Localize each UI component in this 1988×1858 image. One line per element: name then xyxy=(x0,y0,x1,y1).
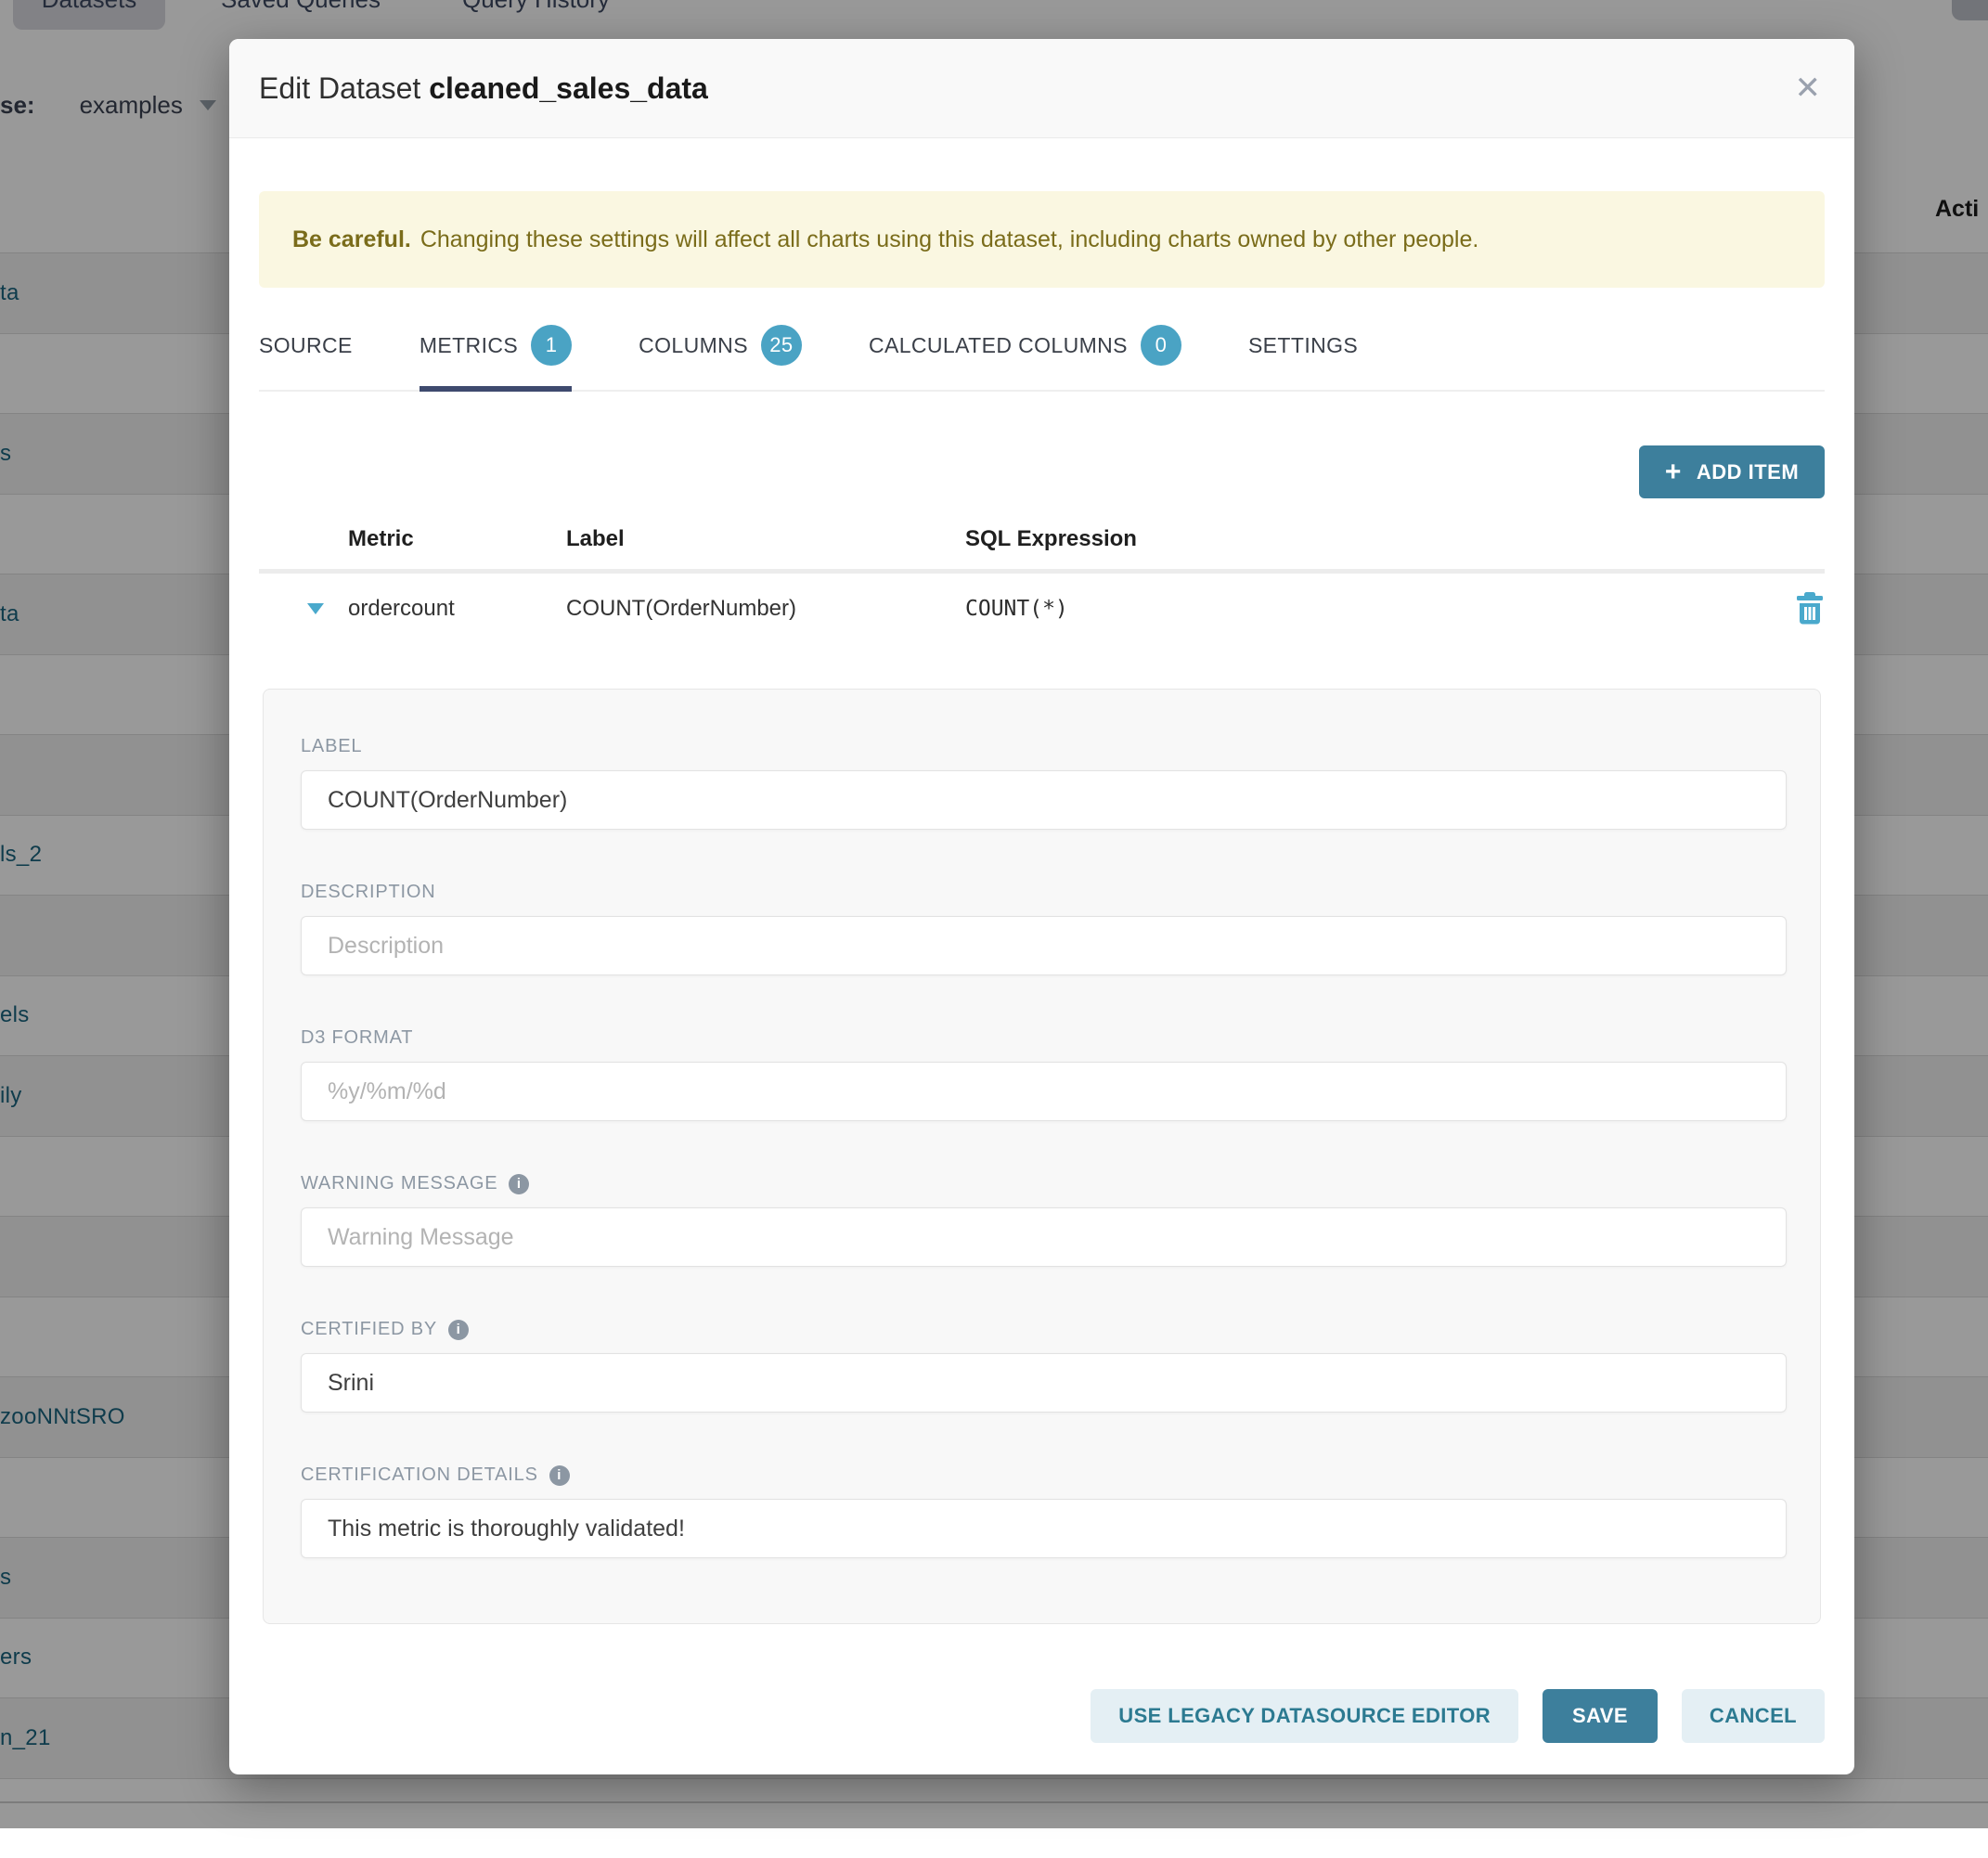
calculated-columns-count-badge: 0 xyxy=(1141,325,1181,366)
d3-format-field-group: D3 FORMAT xyxy=(301,1027,1787,1121)
tab-source[interactable]: SOURCE xyxy=(259,325,353,390)
tab-settings-label: SETTINGS xyxy=(1248,333,1358,358)
warning-message-field-group: WARNING MESSAGE i xyxy=(301,1173,1787,1267)
add-item-label: ADD ITEM xyxy=(1697,460,1799,484)
close-icon[interactable]: ✕ xyxy=(1795,72,1822,104)
d3-format-field-heading: D3 FORMAT xyxy=(301,1027,1787,1049)
certified-by-input[interactable] xyxy=(301,1353,1787,1413)
warning-banner: Be careful. Changing these settings will… xyxy=(259,191,1825,288)
plus-icon: + xyxy=(1665,458,1682,486)
metric-detail-panel: LABEL DESCRIPTION D3 FORMAT xyxy=(263,689,1821,1624)
tab-calculated-columns-label: CALCULATED COLUMNS xyxy=(869,333,1128,358)
tab-columns-label: COLUMNS xyxy=(639,333,748,358)
modal-header: Edit Dataset cleaned_sales_data ✕ xyxy=(229,39,1854,138)
warning-banner-bold: Be careful. xyxy=(292,226,411,253)
tab-calculated-columns[interactable]: CALCULATED COLUMNS 0 xyxy=(869,325,1181,390)
add-item-button[interactable]: + ADD ITEM xyxy=(1639,445,1825,498)
description-field-group: DESCRIPTION xyxy=(301,882,1787,975)
metric-name: ordercount xyxy=(348,596,566,622)
tab-metrics[interactable]: METRICS 1 xyxy=(420,325,572,390)
modal-footer: USE LEGACY DATASOURCE EDITOR SAVE CANCEL xyxy=(1091,1689,1825,1743)
trash-icon xyxy=(1795,591,1825,626)
metric-column-header: Metric xyxy=(348,526,566,552)
label-field-group: LABEL xyxy=(301,736,1787,830)
cancel-button[interactable]: CANCEL xyxy=(1682,1689,1825,1743)
description-field-heading: DESCRIPTION xyxy=(301,882,1787,903)
sql-expression-column-header: SQL Expression xyxy=(965,526,1773,552)
warning-banner-text: Changing these settings will affect all … xyxy=(420,226,1479,253)
d3-format-input[interactable] xyxy=(301,1062,1787,1121)
modal-tabs: SOURCE METRICS 1 COLUMNS 25 CALCULATED C… xyxy=(259,325,1825,392)
modal-title-prefix: Edit Dataset xyxy=(259,71,420,105)
certified-by-field-group: CERTIFIED BY i xyxy=(301,1319,1787,1413)
modal-title: Edit Dataset cleaned_sales_data xyxy=(259,71,708,106)
use-legacy-datasource-editor-button[interactable]: USE LEGACY DATASOURCE EDITOR xyxy=(1091,1689,1518,1743)
page: Datasets Saved Queries Query History se:… xyxy=(0,0,1988,1828)
modal-body: Be careful. Changing these settings will… xyxy=(229,191,1854,1624)
info-icon: i xyxy=(448,1320,469,1340)
tab-settings[interactable]: SETTINGS xyxy=(1248,325,1358,390)
warning-message-field-heading: WARNING MESSAGE i xyxy=(301,1173,1787,1194)
dataset-name: cleaned_sales_data xyxy=(429,71,708,105)
certification-details-input[interactable] xyxy=(301,1499,1787,1558)
tab-metrics-label: METRICS xyxy=(420,333,518,358)
edit-dataset-modal: Edit Dataset cleaned_sales_data ✕ Be car… xyxy=(229,39,1854,1774)
description-input[interactable] xyxy=(301,916,1787,975)
tab-columns[interactable]: COLUMNS 25 xyxy=(639,325,802,390)
add-item-row: + ADD ITEM xyxy=(259,445,1825,498)
label-column-header: Label xyxy=(566,526,965,552)
info-icon: i xyxy=(549,1465,570,1486)
metric-table-header: Metric Label SQL Expression xyxy=(259,526,1825,574)
certification-details-field-heading: CERTIFICATION DETAILS i xyxy=(301,1464,1787,1486)
columns-count-badge: 25 xyxy=(761,325,802,366)
collapse-caret-icon[interactable] xyxy=(307,603,324,614)
metric-label: COUNT(OrderNumber) xyxy=(566,596,965,622)
label-input[interactable] xyxy=(301,770,1787,830)
certified-by-field-heading: CERTIFIED BY i xyxy=(301,1319,1787,1340)
label-field-heading: LABEL xyxy=(301,736,1787,757)
save-button[interactable]: SAVE xyxy=(1543,1689,1658,1743)
metrics-count-badge: 1 xyxy=(531,325,572,366)
certification-details-field-group: CERTIFICATION DETAILS i xyxy=(301,1464,1787,1558)
info-icon: i xyxy=(509,1174,529,1194)
metric-row: ordercount COUNT(OrderNumber) COUNT(*) xyxy=(259,574,1825,644)
metric-sql-expression: COUNT(*) xyxy=(965,597,1773,621)
delete-metric-button[interactable] xyxy=(1795,591,1825,626)
tab-source-label: SOURCE xyxy=(259,333,353,358)
warning-message-input[interactable] xyxy=(301,1207,1787,1267)
